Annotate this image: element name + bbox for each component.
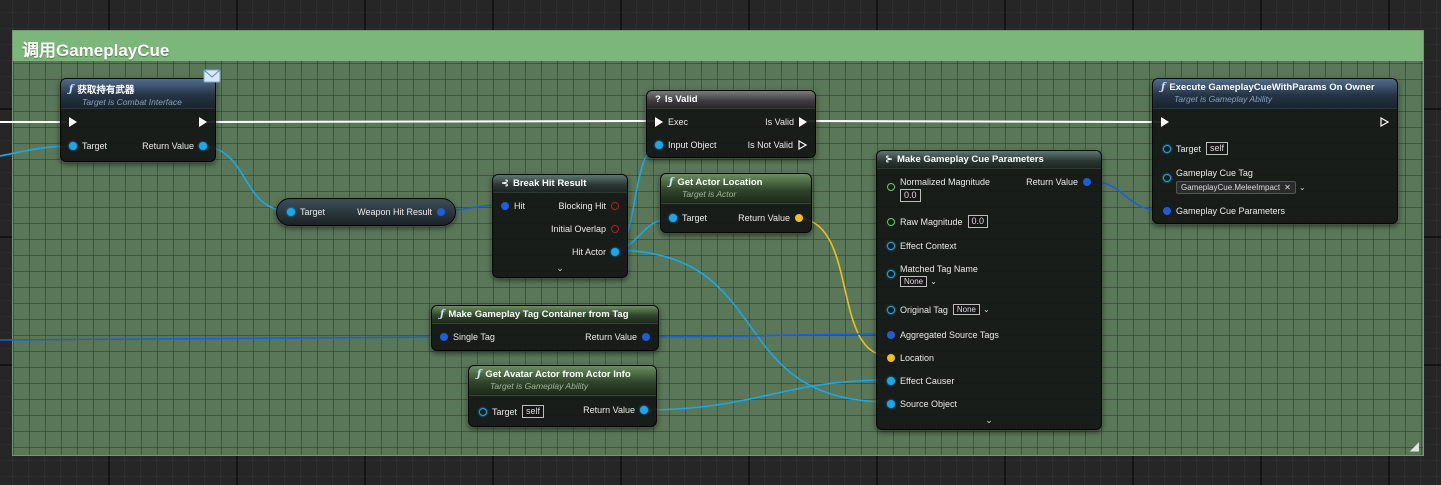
- pin-effect-context[interactable]: Effect Context: [887, 241, 956, 251]
- chevron-down-icon[interactable]: ⌄: [556, 263, 564, 274]
- pin-gameplay-cue-parameters[interactable]: Gameplay Cue Parameters: [1163, 206, 1285, 216]
- node-get-held-weapon[interactable]: ƒ 获取持有武器 Target is Combat Interface Targe…: [60, 69, 221, 162]
- pin-hit[interactable]: Hit: [501, 201, 525, 211]
- chevron-down-icon: ⌄: [983, 305, 990, 314]
- exec-out-pin[interactable]: [199, 117, 207, 127]
- pin-original-tag[interactable]: Original Tag None ⌄: [887, 304, 990, 315]
- normalized-magnitude-field[interactable]: 0.0: [900, 189, 921, 202]
- exec-wire-weapon-isvalid: [205, 120, 656, 123]
- node-is-valid[interactable]: ? Is Valid Exec Is Valid Input Object Is …: [646, 90, 816, 158]
- wire-container-to-aggregated: [642, 333, 890, 338]
- target-self-field[interactable]: self: [1206, 142, 1229, 155]
- node-break-hit-result[interactable]: ⊰ Break Hit Result Hit Blocking Hit Initi…: [492, 174, 628, 278]
- wire-in-singletag: [0, 336, 444, 341]
- function-icon: ƒ: [669, 177, 674, 188]
- node-execute-gameplay-cue[interactable]: ƒ Execute GameplayCueWithParams On Owner …: [1152, 78, 1398, 224]
- pin-single-tag[interactable]: Single Tag: [440, 332, 495, 342]
- pin-hit-actor[interactable]: Hit Actor: [572, 247, 619, 257]
- pin-is-valid[interactable]: Is Valid: [765, 117, 807, 127]
- pin-target[interactable]: Target: [69, 141, 107, 151]
- raw-magnitude-field[interactable]: 0.0: [967, 215, 989, 228]
- gameplay-cue-tag-chip[interactable]: GameplayCue.MeleeImpact ✕: [1176, 181, 1296, 194]
- close-icon[interactable]: ✕: [1284, 183, 1291, 192]
- node-make-gameplay-cue-parameters[interactable]: ⊱ Make Gameplay Cue Parameters Normalized…: [876, 150, 1102, 430]
- node-get-avatar-actor[interactable]: ƒ Get Avatar Actor from Actor Info Target…: [468, 365, 657, 427]
- function-icon: ƒ: [69, 83, 74, 95]
- make-struct-icon: ⊱: [885, 154, 893, 165]
- break-struct-icon: ⊰: [501, 178, 509, 189]
- pin-raw-magnitude[interactable]: Raw Magnitude 0.0: [887, 215, 989, 228]
- wire-avatar-to-causer: [639, 379, 890, 411]
- pin-matched-tag-name[interactable]: Matched Tag Name None ⌄: [887, 264, 978, 287]
- pin-normalized-magnitude[interactable]: Normalized Magnitude 0.0: [887, 177, 990, 202]
- node-make-tag-container[interactable]: ƒ Make Gameplay Tag Container from Tag Si…: [431, 305, 659, 351]
- pin-source-object[interactable]: Source Object: [887, 399, 957, 409]
- exec-in-pin[interactable]: [69, 117, 77, 127]
- pin-blocking-hit[interactable]: Blocking Hit: [558, 201, 619, 211]
- question-icon: ?: [655, 94, 661, 105]
- matched-tag-dropdown[interactable]: None ⌄: [900, 276, 978, 287]
- node-get-actor-location[interactable]: ƒ Get Actor Location Target is Actor Targ…: [660, 173, 812, 233]
- pin-exec[interactable]: Exec: [655, 117, 688, 127]
- pin-target[interactable]: Target self: [1163, 142, 1229, 155]
- exec-wire-isvalid-execute: [801, 120, 1164, 123]
- original-tag-dropdown[interactable]: None ⌄: [952, 304, 990, 315]
- pin-is-not-valid[interactable]: Is Not Valid: [748, 140, 807, 150]
- pin-input-object[interactable]: Input Object: [655, 140, 717, 150]
- pin-return-value[interactable]: Return Value: [585, 332, 650, 342]
- pin-aggregated-source-tags[interactable]: Aggregated Source Tags: [887, 330, 999, 340]
- chevron-down-icon[interactable]: ⌄: [1299, 183, 1306, 192]
- exec-in-pin[interactable]: [1161, 117, 1169, 127]
- function-icon: ƒ: [1161, 82, 1166, 93]
- function-icon: ƒ: [477, 369, 482, 380]
- pin-target[interactable]: Target self: [479, 405, 545, 418]
- pin-weapon-hit-result[interactable]: Weapon Hit Result: [357, 207, 445, 217]
- chevron-down-icon[interactable]: ⌄: [985, 415, 993, 426]
- function-icon: ƒ: [440, 309, 445, 320]
- node-weapon-hit-result[interactable]: Target Weapon Hit Result: [276, 198, 456, 226]
- pin-location[interactable]: Location: [887, 353, 934, 363]
- exec-out-pin[interactable]: [1380, 117, 1389, 127]
- target-self-field[interactable]: self: [522, 405, 545, 418]
- pin-effect-causer[interactable]: Effect Causer: [887, 376, 954, 386]
- pin-target[interactable]: Target: [287, 207, 325, 217]
- pin-target[interactable]: Target: [669, 213, 707, 223]
- pin-return-value[interactable]: Return Value: [1026, 177, 1091, 187]
- pin-gameplay-cue-tag[interactable]: Gameplay Cue Tag GameplayCue.MeleeImpact…: [1163, 168, 1306, 194]
- pin-return-value[interactable]: Return Value: [142, 141, 207, 151]
- chevron-down-icon: ⌄: [930, 277, 937, 286]
- mail-icon: [203, 69, 221, 83]
- pin-return-value[interactable]: Return Value: [583, 405, 648, 415]
- pin-initial-overlap[interactable]: Initial Overlap: [551, 224, 619, 234]
- pin-return-value[interactable]: Return Value: [738, 213, 803, 223]
